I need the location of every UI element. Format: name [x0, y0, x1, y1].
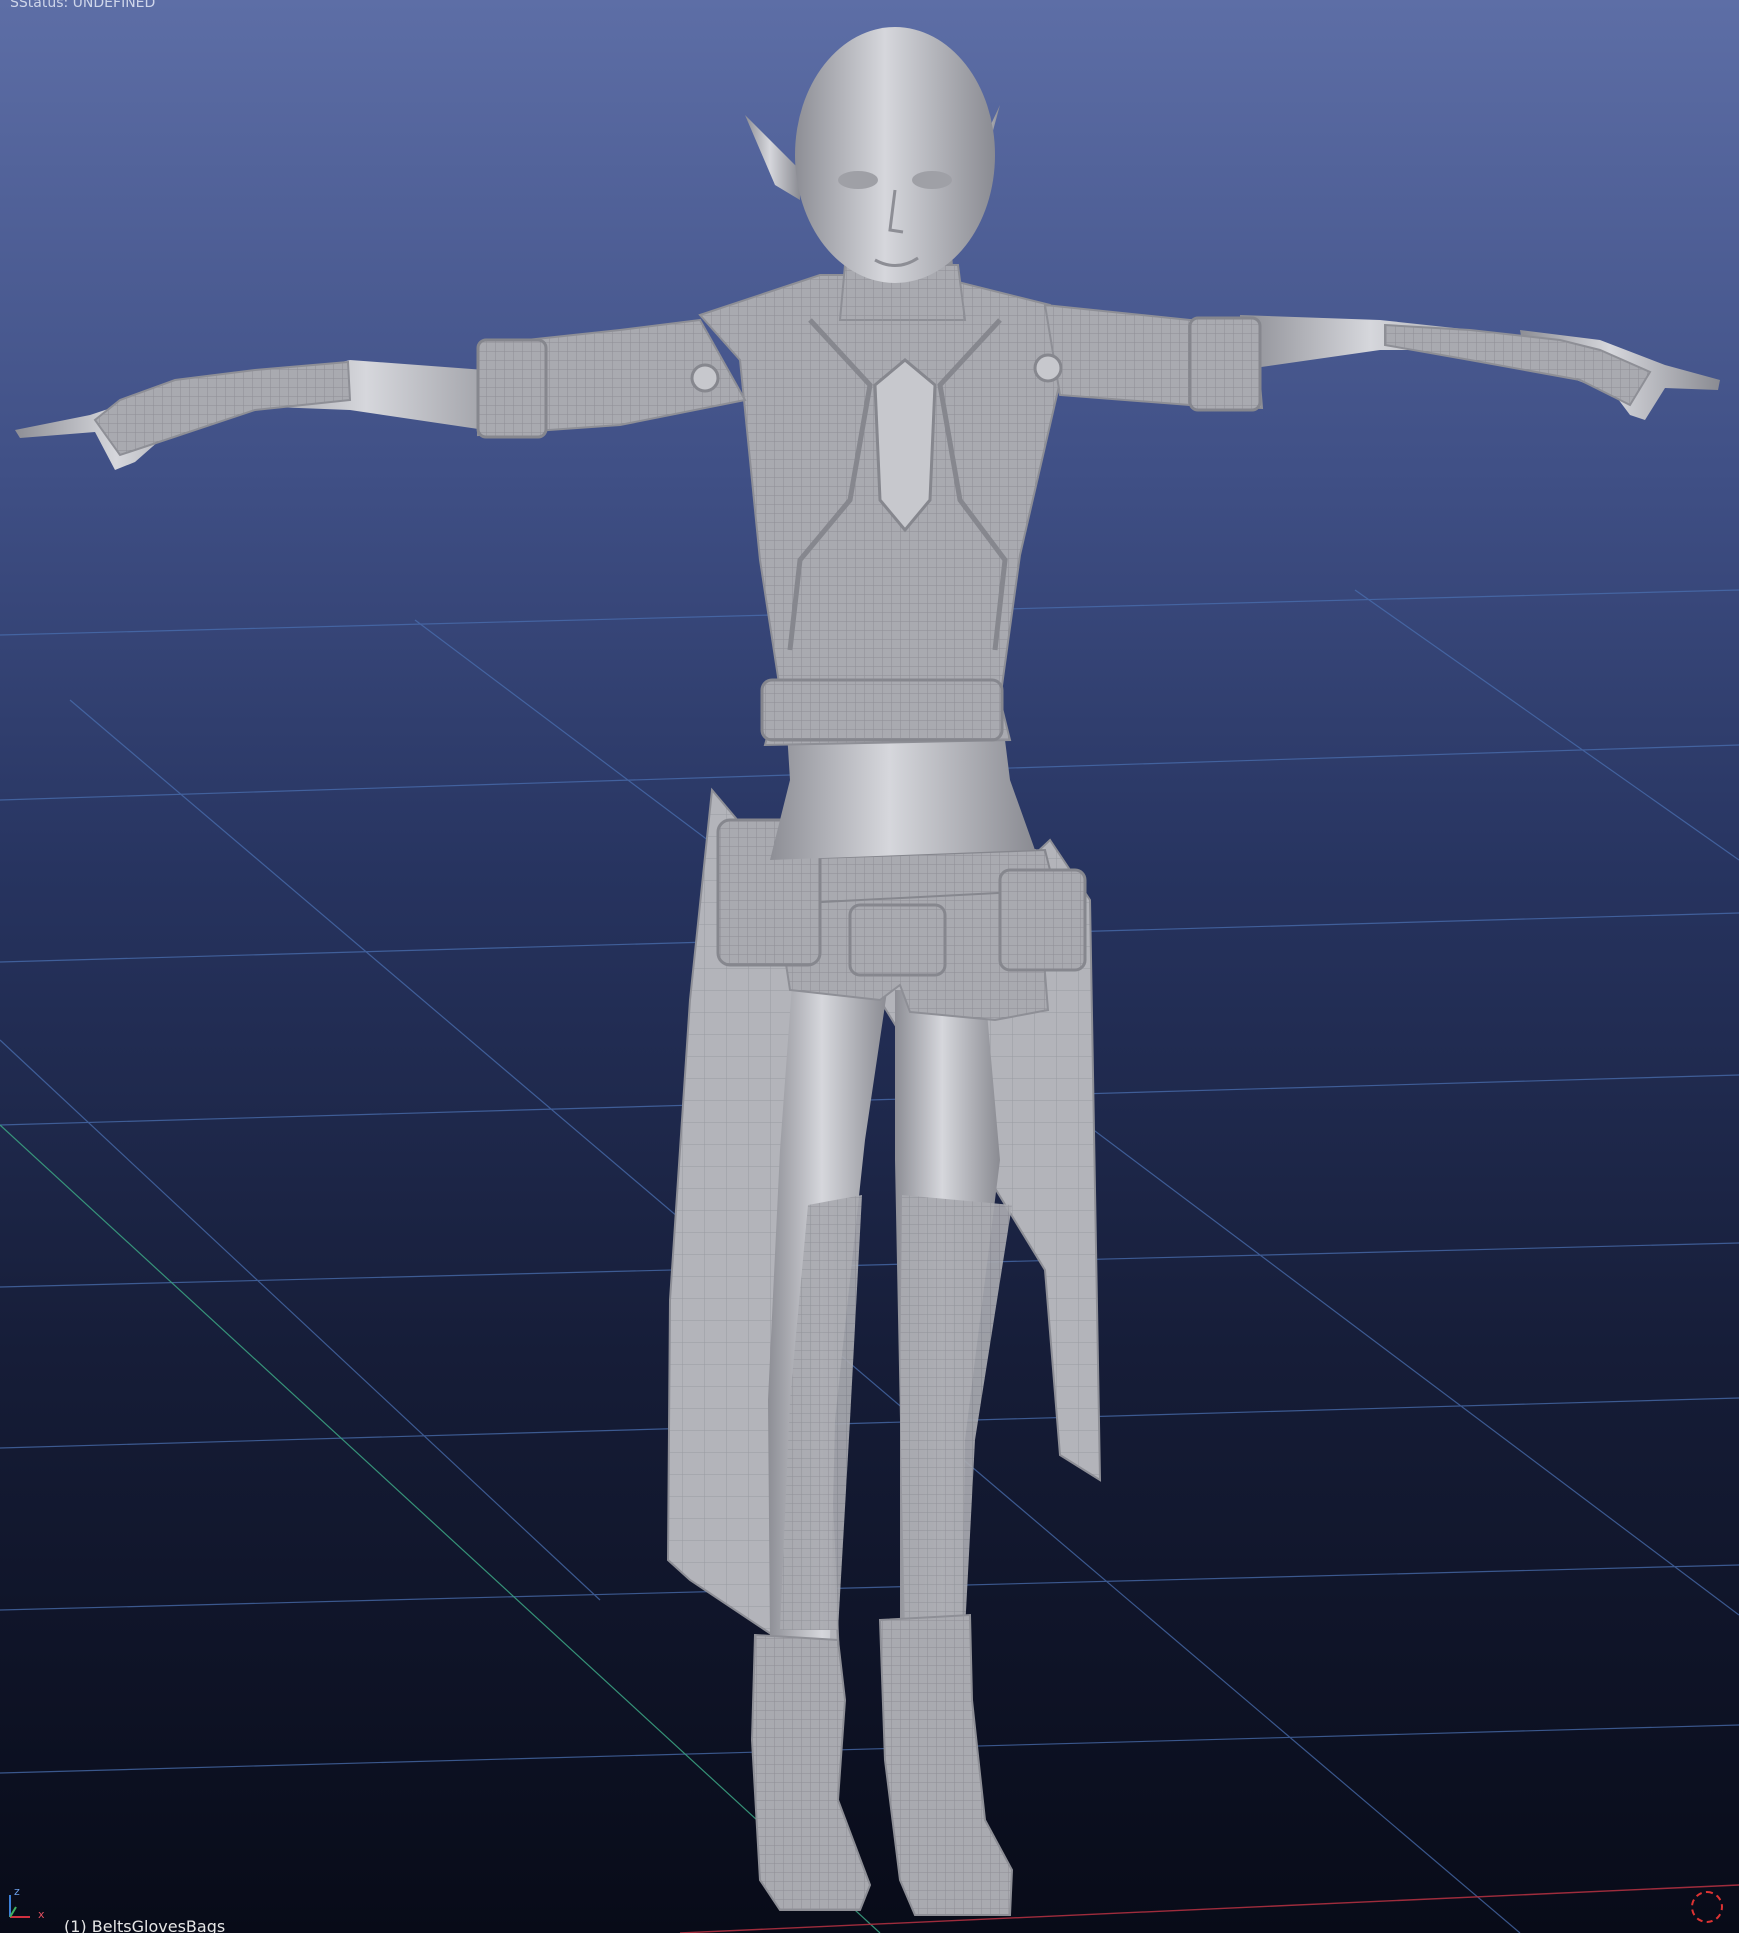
left-ear[interactable]: [745, 115, 800, 200]
navigation-gizmo-icon[interactable]: [1691, 1891, 1723, 1923]
status-text: SStatus: UNDEFINED: [10, 0, 156, 11]
axis-x-label: x: [38, 1908, 45, 1921]
jacket-right-cuff[interactable]: [1188, 316, 1262, 412]
jacket-right-button: [1033, 353, 1063, 383]
head[interactable]: [795, 27, 995, 283]
axis-gizmo: z x: [4, 1885, 50, 1925]
left-eye: [838, 171, 878, 189]
jacket-emblem: [873, 358, 937, 533]
3d-viewport[interactable]: SStatus: UNDEFINED z x (1) BeltsGlovesBa…: [0, 0, 1739, 1933]
jacket-hem-band[interactable]: [760, 678, 1004, 742]
right-boot[interactable]: [878, 1613, 1014, 1916]
active-object-label: (1) BeltsGlovesBags: [64, 1917, 226, 1933]
viewport-scene[interactable]: [0, 0, 1739, 1933]
axis-z-label: z: [14, 1885, 20, 1898]
right-stocking[interactable]: [900, 1195, 1012, 1630]
character-model[interactable]: [15, 27, 1720, 1916]
right-eye: [912, 171, 952, 189]
jacket-left-cuff[interactable]: [476, 338, 548, 439]
left-boot[interactable]: [750, 1633, 872, 1911]
right-glove[interactable]: [1384, 323, 1652, 407]
belt-bag-right[interactable]: [998, 868, 1087, 972]
jacket-left-button: [690, 363, 720, 393]
belt-bag-center[interactable]: [848, 903, 947, 977]
jacket[interactable]: [698, 274, 1067, 747]
